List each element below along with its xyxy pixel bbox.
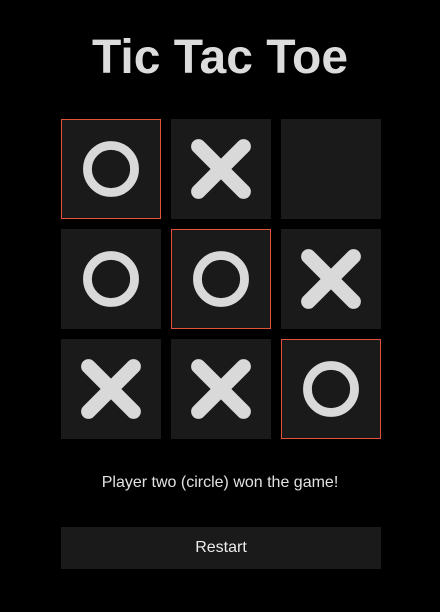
board-cell-4[interactable] xyxy=(61,229,161,329)
circle-mark-icon xyxy=(83,251,139,307)
board-cell-6[interactable] xyxy=(281,229,381,329)
restart-button[interactable]: Restart xyxy=(61,527,381,569)
board-cell-9[interactable] xyxy=(281,339,381,439)
cross-mark-icon xyxy=(301,249,361,309)
cross-mark-icon xyxy=(81,359,141,419)
board-cell-1[interactable] xyxy=(61,119,161,219)
board-cell-2[interactable] xyxy=(171,119,271,219)
cross-mark-icon xyxy=(191,359,251,419)
board-cell-8[interactable] xyxy=(171,339,271,439)
board-cell-3[interactable] xyxy=(281,119,381,219)
game-status-message: Player two (circle) won the game! xyxy=(101,474,339,491)
circle-mark-icon xyxy=(303,361,359,417)
board-cell-5[interactable] xyxy=(171,229,271,329)
circle-mark-icon xyxy=(193,251,249,307)
circle-mark-icon xyxy=(83,141,139,197)
cross-mark-icon xyxy=(191,139,251,199)
board-cell-7[interactable] xyxy=(61,339,161,439)
game-board xyxy=(61,119,381,439)
page-title: Tic Tac Toe xyxy=(91,31,349,84)
